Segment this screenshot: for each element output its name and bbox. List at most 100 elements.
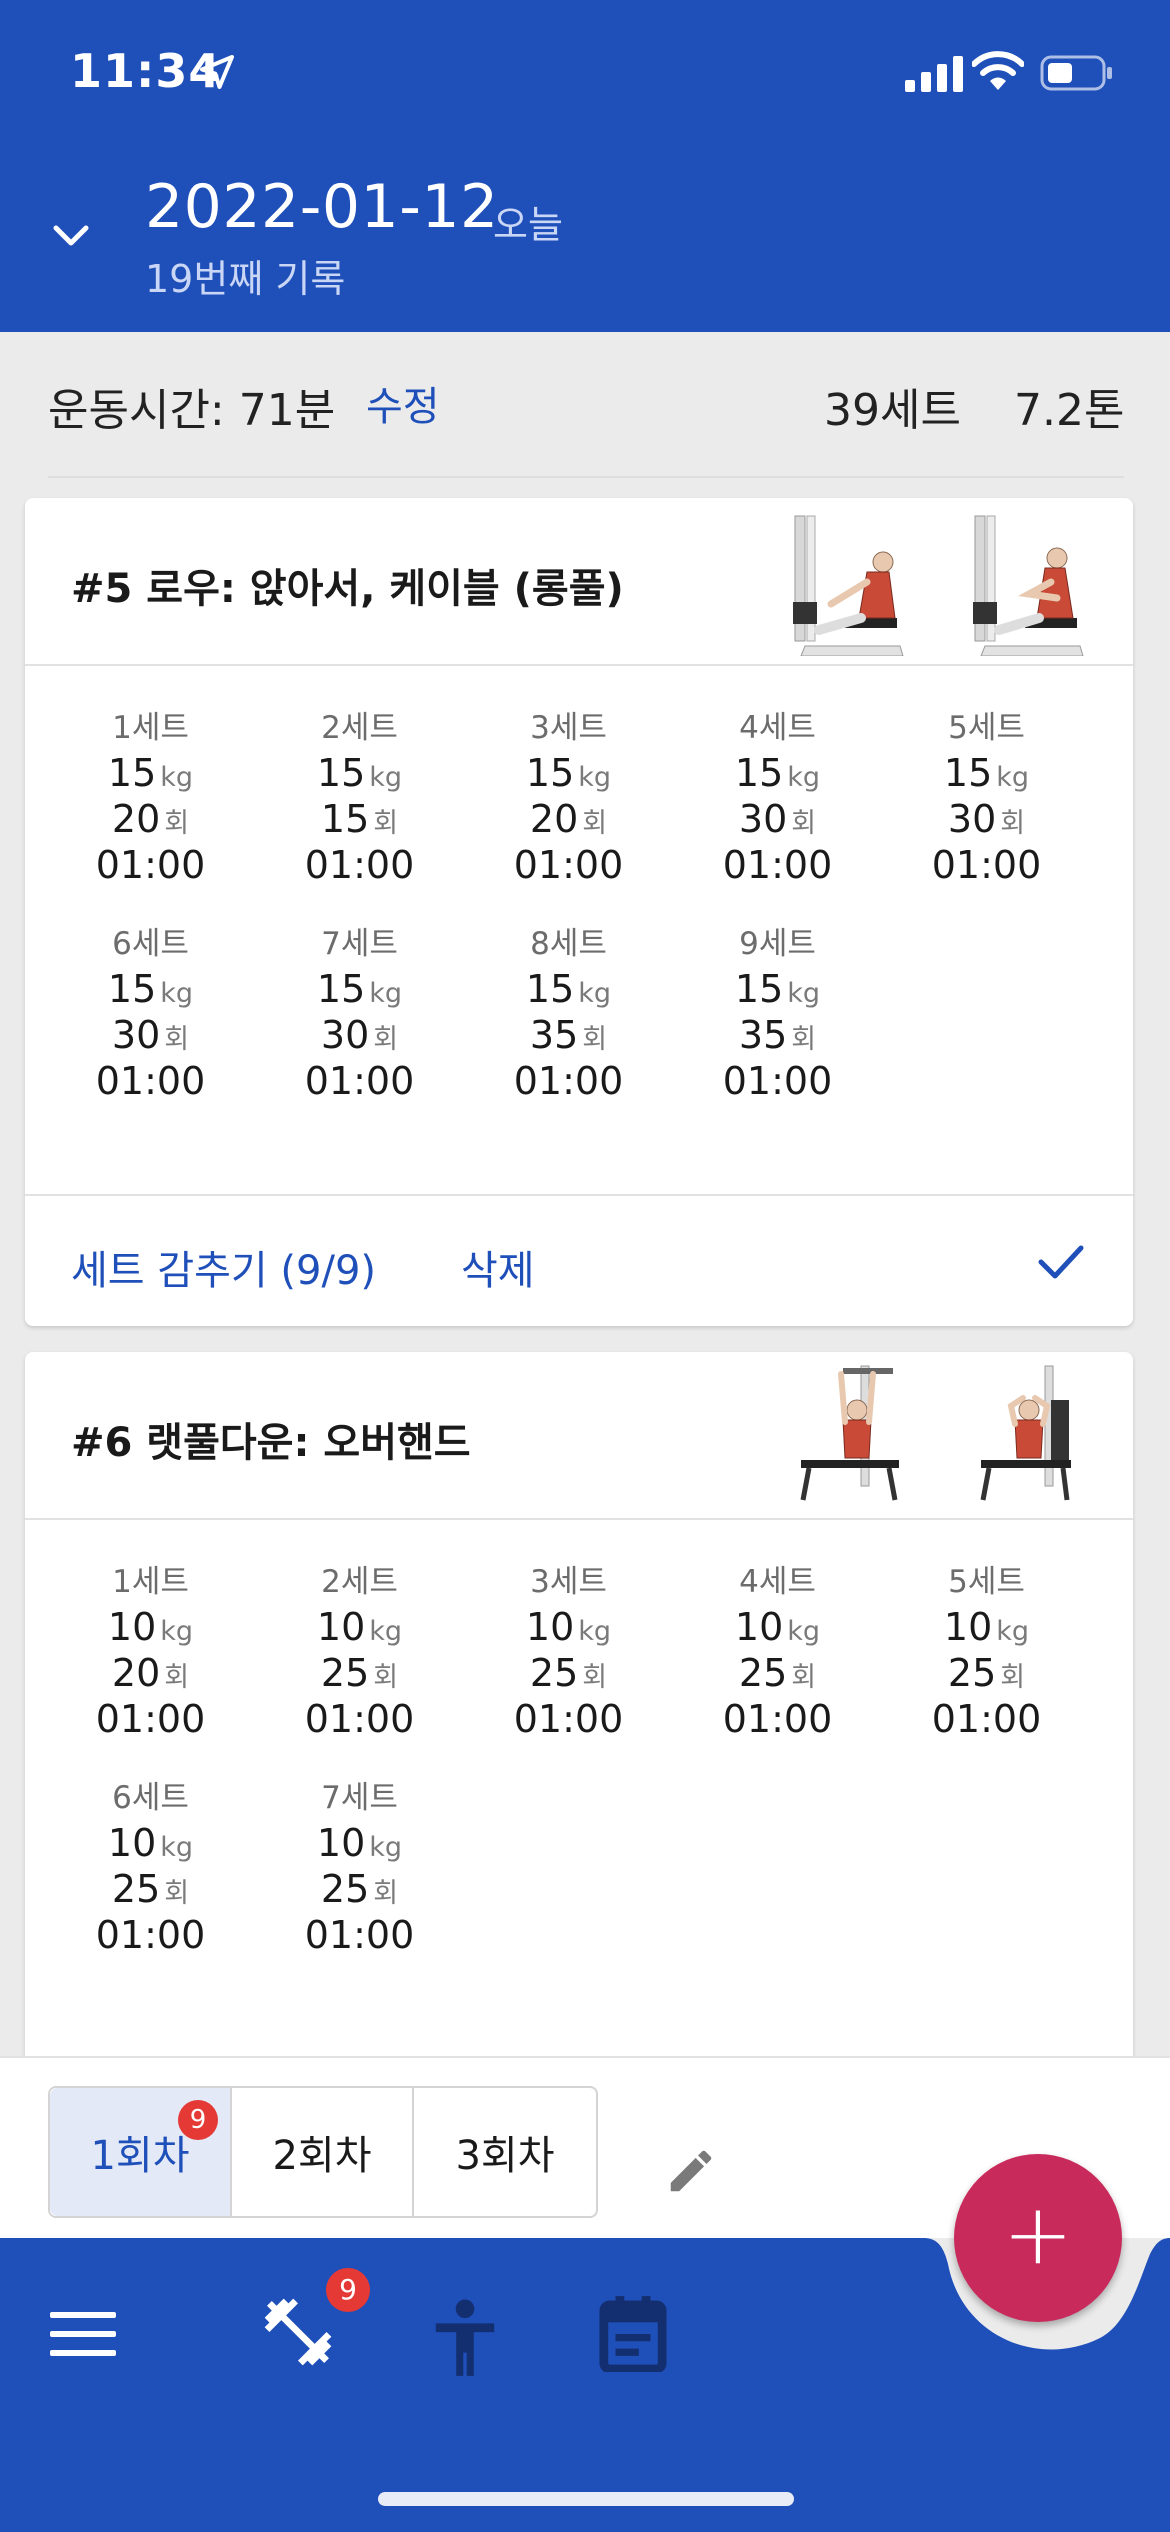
workout-summary: 운동시간: 71분 수정 39세트 7.2톤	[0, 332, 1170, 480]
add-exercise-fab[interactable]: +	[954, 2154, 1122, 2322]
weight-unit: kg	[578, 1616, 612, 1647]
set-weight: 15	[107, 967, 157, 1011]
exercise-title: #5 로우: 앉아서, 케이블 (롱풀)	[71, 566, 624, 612]
menu-icon[interactable]	[50, 2306, 116, 2362]
reps-unit: 회	[164, 1662, 190, 1693]
session-tab-2[interactable]: 2회차	[232, 2088, 414, 2216]
set-cell[interactable]: 9세트 15 kg 35 회 01:00	[673, 922, 882, 1104]
set-time: 01:00	[931, 1697, 1042, 1741]
exercise-card[interactable]: #6 랫풀다운: 오버핸드 1세트 10 kg 20 회 01:00 2세트 1…	[25, 1352, 1133, 2072]
set-time: 01:00	[722, 1059, 833, 1103]
set-weight: 15	[525, 751, 575, 795]
reps-unit: 회	[164, 1878, 190, 1909]
set-cell[interactable]: 7세트 15 kg 30 회 01:00	[255, 922, 464, 1104]
set-cell[interactable]: 8세트 15 kg 35 회 01:00	[464, 922, 673, 1104]
person-icon[interactable]	[430, 2296, 500, 2380]
set-weight: 15	[734, 751, 784, 795]
check-icon[interactable]	[1035, 1240, 1087, 1284]
set-time: 01:00	[304, 1697, 415, 1741]
set-time: 01:00	[95, 1697, 206, 1741]
set-label: 9세트	[739, 926, 816, 962]
weight-unit: kg	[369, 978, 403, 1009]
today-label: 오늘	[493, 203, 563, 247]
set-cell[interactable]: 6세트 10 kg 25 회 01:00	[46, 1776, 255, 1958]
set-reps: 20	[111, 1651, 161, 1695]
set-weight: 10	[107, 1605, 157, 1649]
exercise-title: #6 랫풀다운: 오버핸드	[71, 1420, 471, 1466]
seated-cable-row-end-image	[973, 515, 1084, 656]
battery-icon	[1040, 55, 1112, 91]
set-weight: 10	[525, 1605, 575, 1649]
set-weight: 15	[525, 967, 575, 1011]
set-reps: 35	[529, 1013, 579, 1057]
weight-unit: kg	[160, 1832, 194, 1863]
session-badge: 9	[178, 2100, 218, 2140]
set-weight: 10	[943, 1605, 993, 1649]
exercise-card[interactable]: #5 로우: 앉아서, 케이블 (롱풀) 1세트 15 kg 20 회 01:0…	[25, 498, 1133, 1326]
set-cell[interactable]: 1세트 10 kg 20 회 01:00	[46, 1560, 255, 1742]
set-label: 4세트	[739, 710, 816, 746]
set-cell[interactable]: 2세트 10 kg 25 회 01:00	[255, 1560, 464, 1742]
set-label: 7세트	[321, 926, 398, 962]
session-tabs: 1회차 9 2회차 3회차	[48, 2086, 598, 2218]
set-cell[interactable]: 7세트 10 kg 25 회 01:00	[255, 1776, 464, 1958]
workout-date: 2022-01-12	[145, 172, 499, 242]
set-weight: 10	[107, 1821, 157, 1865]
total-volume: 7.2톤	[1014, 385, 1125, 436]
set-cell[interactable]: 6세트 15 kg 30 회 01:00	[46, 922, 255, 1104]
set-cell[interactable]: 2세트 15 kg 15 회 01:00	[255, 706, 464, 888]
set-label: 1세트	[112, 710, 189, 746]
weight-unit: kg	[787, 978, 821, 1009]
dumbbell-icon[interactable]	[258, 2292, 338, 2372]
set-cell[interactable]: 4세트 10 kg 25 회 01:00	[673, 1560, 882, 1742]
calendar-icon[interactable]	[598, 2296, 668, 2372]
set-weight: 10	[316, 1605, 366, 1649]
record-count: 19번째 기록	[145, 257, 346, 301]
collapse-chevron-down-icon[interactable]	[46, 210, 96, 260]
set-reps: 20	[529, 797, 579, 841]
reps-unit: 회	[164, 808, 190, 839]
set-weight: 10	[734, 1605, 784, 1649]
edit-duration-button[interactable]: 수정	[366, 374, 440, 432]
set-weight: 15	[316, 967, 366, 1011]
set-cell[interactable]: 3세트 15 kg 20 회 01:00	[464, 706, 673, 888]
set-reps: 25	[320, 1651, 370, 1695]
workout-duration: 운동시간: 71분	[48, 385, 336, 436]
cellular-signal-icon	[905, 56, 963, 92]
set-cell[interactable]: 3세트 10 kg 25 회 01:00	[464, 1560, 673, 1742]
weight-unit: kg	[160, 762, 194, 793]
set-label: 6세트	[112, 1780, 189, 1816]
exercise-card-header[interactable]: #6 랫풀다운: 오버핸드	[25, 1352, 1133, 1520]
weight-unit: kg	[160, 1616, 194, 1647]
sets-grid: 1세트 15 kg 20 회 01:00 2세트 15 kg 15 회 01:00 3세…	[25, 666, 1133, 1104]
set-cell[interactable]: 4세트 15 kg 30 회 01:00	[673, 706, 882, 888]
weight-unit: kg	[369, 762, 403, 793]
set-cell[interactable]: 5세트 15 kg 30 회 01:00	[882, 706, 1091, 888]
reps-unit: 회	[373, 1878, 399, 1909]
set-reps: 30	[947, 797, 997, 841]
session-tab-1[interactable]: 1회차 9	[50, 2088, 232, 2216]
pencil-icon[interactable]	[664, 2144, 718, 2198]
set-weight: 15	[107, 751, 157, 795]
set-cell[interactable]: 1세트 15 kg 20 회 01:00	[46, 706, 255, 888]
weight-unit: kg	[369, 1616, 403, 1647]
lat-pulldown-start-image	[800, 1365, 899, 1501]
session-tab-3[interactable]: 3회차	[414, 2088, 596, 2216]
set-reps: 25	[111, 1867, 161, 1911]
reps-unit: 회	[373, 1662, 399, 1693]
hide-sets-button[interactable]: 세트 감추기 (9/9)	[71, 1238, 376, 1296]
set-cell[interactable]: 5세트 10 kg 25 회 01:00	[882, 1560, 1091, 1742]
set-weight: 15	[734, 967, 784, 1011]
divider	[48, 476, 1124, 478]
reps-unit: 회	[791, 808, 817, 839]
set-label: 6세트	[112, 926, 189, 962]
set-time: 01:00	[95, 1913, 206, 1957]
set-time: 01:00	[304, 1913, 415, 1957]
set-weight: 15	[316, 751, 366, 795]
reps-unit: 회	[582, 808, 608, 839]
delete-exercise-button[interactable]: 삭제	[461, 1238, 535, 1296]
status-bar: 11:34	[0, 0, 1170, 140]
wifi-icon	[972, 51, 1024, 90]
exercise-card-header[interactable]: #5 로우: 앉아서, 케이블 (롱풀)	[25, 498, 1133, 666]
set-label: 3세트	[530, 1564, 607, 1600]
